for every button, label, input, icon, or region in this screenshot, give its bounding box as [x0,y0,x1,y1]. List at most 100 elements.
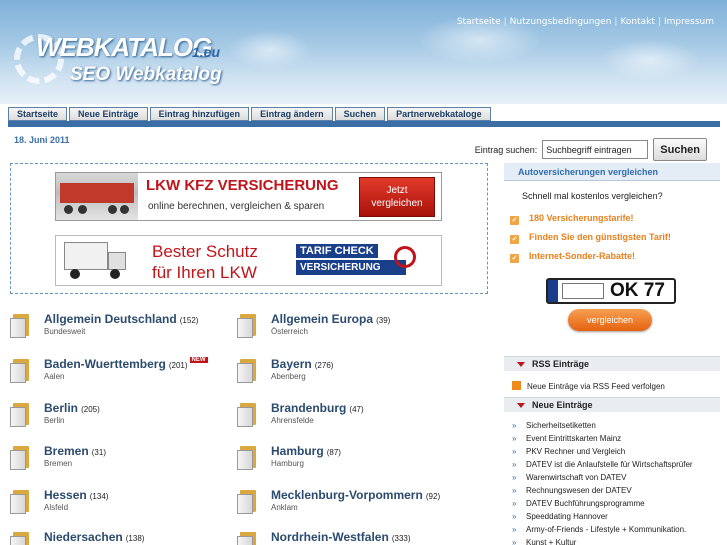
tab-eintrag-aendern[interactable]: Eintrag ändern [251,107,333,121]
bullet-text: Internet-Sonder-Rabatte! [529,251,636,261]
sidebar-header: Autoversicherungen vergleichen [504,163,720,181]
triangle-down-icon [517,362,525,367]
category-name[interactable]: Baden-Wuerttemberg [44,357,166,371]
category-name[interactable]: Hessen [44,488,87,502]
list-item[interactable]: Speeddating Hannover [512,510,720,523]
category-name[interactable]: Mecklenburg-Vorpommern [271,488,423,502]
category-count: (205) [81,405,100,414]
main-nav: Startseite Neue Einträge Eintrag hinzufü… [8,107,491,121]
category-count: (47) [349,405,364,414]
truck-trailer [60,183,134,203]
wheel-icon [110,269,120,279]
category-sub[interactable]: Bundesweit [44,327,85,336]
category-sub[interactable]: Aalen [44,372,64,381]
category-sub[interactable]: Ahrensfelde [271,416,314,425]
ad-banner-lkw-kfz[interactable]: LKW KFZ VERSICHERUNG online berechnen, v… [55,172,442,221]
list-item[interactable]: Kunst + Kultur [512,536,720,545]
new-entries-header: Neue Einträge [504,397,720,412]
rss-link-text[interactable]: Neue Einträge via RSS Feed verfolgen [527,382,665,391]
van-box [64,242,108,270]
list-item[interactable]: Rechnungswesen der DATEV [512,484,720,497]
top-links: Startseite | Nutzungsbedingungen | Kontakt… [454,17,717,27]
wheel-icon [108,205,117,214]
category-name[interactable]: Niedersachen [44,530,123,544]
folder-icon [10,532,30,545]
list-item[interactable]: PKV Rechner und Vergleich [512,445,720,458]
category-sub[interactable]: Alsfeld [44,503,68,512]
sidebar-bullet: ✓ 180 Versicherungstarife! [510,213,634,225]
category-count: (87) [326,448,341,457]
ad2-line2: für Ihren LKW [152,263,257,282]
tarifcheck-logo: TARIF CHECK VERSICHERUNG [296,244,416,278]
category-name[interactable]: Allgemein Deutschland [44,312,177,326]
logo-title: WEBKATALOG [36,32,212,62]
category-sub[interactable]: Abenberg [271,372,306,381]
tab-startseite[interactable]: Startseite [8,107,68,121]
rss-section-header: RSS Einträge [504,356,720,371]
list-item[interactable]: Army-of-Friends - Lifestyle + Kommunikat… [512,523,720,536]
ad1-subline: online berechnen, vergleichen & sparen [148,201,325,212]
truck-image [56,173,138,220]
ad1-cta-button[interactable]: Jetzt vergleichen [359,177,435,217]
ad1-cta-line1: Jetzt [386,185,408,196]
folder-icon [10,403,30,427]
van-cab [108,252,126,270]
new-badge: NEW [189,357,208,363]
category-sub[interactable]: Hamburg [271,459,304,468]
ad-box: LKW KFZ VERSICHERUNG online berechnen, v… [10,163,488,294]
current-date: 18. Juni 2011 [14,135,70,145]
list-item[interactable]: DATEV Buchführungsprogramme [512,497,720,510]
folder-icon [237,446,257,470]
ad2-line1: Bester Schutz [152,242,258,261]
folder-icon [237,490,257,514]
category-count: (31) [91,448,106,457]
tab-partnerwebkataloge[interactable]: Partnerwebkataloge [387,107,491,121]
category-name[interactable]: Bayern [271,357,312,371]
category-name[interactable]: Allgemein Europa [271,312,373,326]
compare-button[interactable]: vergleichen [568,309,652,331]
list-item[interactable]: Warenwirtschaft von DATEV [512,471,720,484]
tab-neue-eintraege[interactable]: Neue Einträge [69,107,148,121]
list-item[interactable]: Event Eintrittskarten Mainz [512,432,720,445]
tarifcheck-subbrand: VERSICHERUNG [296,260,406,275]
list-item[interactable]: Sicherheitsetiketten [512,419,720,432]
sidebar-bullet: ✓ Internet-Sonder-Rabatte! [510,251,635,263]
category-name[interactable]: Nordrhein-Westfalen [271,530,389,544]
category-sub[interactable]: Anklam [271,503,298,512]
toplink-kontakt[interactable]: Kontakt [617,17,657,27]
category-name[interactable]: Hamburg [271,444,324,458]
wheel-icon [78,205,87,214]
search-button[interactable]: Suchen [653,138,707,161]
toplink-nutzungsbedingungen[interactable]: Nutzungsbedingungen [507,17,615,27]
site-logo[interactable]: WEBKATALOG 1.eu SEO Webkatalog [14,26,274,90]
search-input[interactable] [542,140,649,159]
list-item[interactable]: DATEV ist die Anlaufstelle für Wirtschaf… [512,458,720,471]
eu-flag-icon [548,280,558,302]
folder-icon [10,490,30,514]
wheel-icon [120,205,129,214]
category-sub[interactable]: Österreich [271,327,308,336]
category-sub[interactable]: Bremen [44,459,72,468]
sidebar-question: Schnell mal kostenlos vergleichen? [522,191,663,201]
folder-icon [237,314,257,338]
folder-icon [10,359,30,383]
ad-banner-tarifcheck[interactable]: Bester Schutz für Ihren LKW TARIF CHECK … [55,235,442,286]
new-entries-title: Neue Einträge [532,400,593,410]
wheel-icon [64,205,73,214]
category-sub[interactable]: Berlin [44,416,64,425]
rss-title: RSS Einträge [532,359,590,369]
sidebar-header-title[interactable]: Autoversicherungen vergleichen [518,167,658,177]
toplink-impressum[interactable]: Impressum [661,17,717,27]
plate-field[interactable] [562,283,604,299]
bullet-text: Finden Sie den günstigsten Tarif! [529,232,671,242]
category-name[interactable]: Bremen [44,444,89,458]
toplink-startseite[interactable]: Startseite [454,17,504,27]
category-count: (134) [89,492,109,501]
tab-suchen[interactable]: Suchen [334,107,386,121]
logo-subtitle: SEO Webkatalog [70,64,222,85]
rss-link[interactable]: Neue Einträge via RSS Feed verfolgen [512,381,665,391]
category-name[interactable]: Brandenburg [271,401,346,415]
category-name[interactable]: Berlin [44,401,78,415]
license-plate-input[interactable]: OK 77 [546,278,676,304]
tab-eintrag-hinzufuegen[interactable]: Eintrag hinzufügen [149,107,250,121]
